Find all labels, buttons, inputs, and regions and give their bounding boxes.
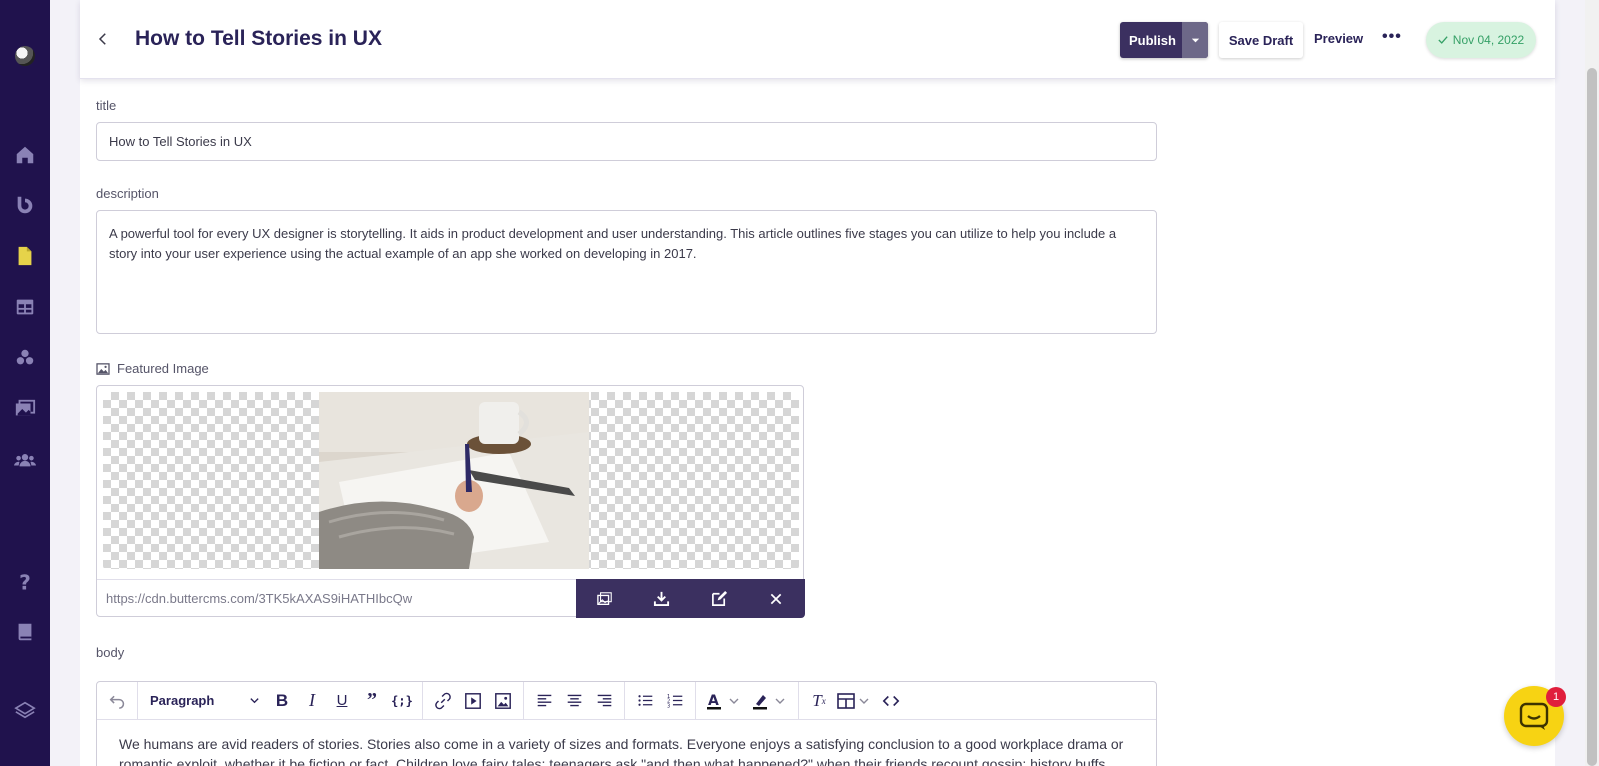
checkmark-icon — [1438, 36, 1448, 44]
featured-image-url[interactable]: https://cdn.buttercms.com/3TK5kAXAS9iHAT… — [106, 591, 412, 606]
undo-icon[interactable] — [103, 686, 131, 716]
bold-icon[interactable]: B — [268, 686, 296, 716]
more-options-button[interactable]: ••• — [1382, 28, 1402, 46]
page-title: How to Tell Stories in UX — [135, 27, 382, 50]
bullet-list-icon[interactable] — [631, 686, 659, 716]
components-icon[interactable] — [13, 346, 37, 370]
edit-icon[interactable] — [708, 588, 730, 610]
help-icon[interactable]: ? — [13, 570, 37, 594]
download-icon[interactable] — [651, 588, 673, 610]
status-date-badge: Nov 04, 2022 — [1426, 22, 1536, 58]
users-icon[interactable] — [13, 448, 37, 472]
body-label: body — [96, 645, 125, 660]
svg-text:3: 3 — [667, 703, 670, 709]
rich-text-editor: Paragraph B I U ” {;} 1 2 3 A T x We hum… — [96, 681, 1157, 766]
publish-label: Publish — [1129, 32, 1176, 48]
main-content: How to Tell Stories in UX Publish Save D… — [80, 0, 1555, 766]
paragraph-select[interactable]: Paragraph — [144, 686, 266, 716]
align-left-icon[interactable] — [530, 686, 558, 716]
writing-photo-illustration — [319, 392, 589, 569]
blockquote-icon[interactable]: ” — [358, 686, 386, 716]
title-input[interactable]: How to Tell Stories in UX — [96, 122, 1157, 161]
blog-icon[interactable] — [13, 193, 37, 217]
page-header: How to Tell Stories in UX Publish Save D… — [80, 0, 1555, 79]
featured-image-toolbar — [576, 579, 805, 618]
description-label: description — [96, 186, 159, 201]
source-code-icon[interactable] — [877, 686, 905, 716]
title-label: title — [96, 98, 117, 113]
code-block-icon[interactable]: {;} — [388, 686, 416, 716]
clear-formatting-icon[interactable]: Tx — [805, 686, 833, 716]
align-right-icon[interactable] — [590, 686, 618, 716]
editor-toolbar: Paragraph B I U ” {;} 1 2 3 A T x — [97, 681, 1156, 720]
preview-button[interactable]: Preview — [1314, 31, 1363, 46]
featured-image-preview[interactable] — [319, 392, 589, 569]
layers-icon[interactable] — [13, 698, 37, 722]
page-icon[interactable] — [13, 244, 37, 268]
status-date: Nov 04, 2022 — [1452, 33, 1525, 47]
underline-icon[interactable]: U — [328, 686, 356, 716]
chevron-left-icon — [98, 33, 106, 45]
toolbar-group-history — [97, 681, 138, 720]
highlight-color-icon[interactable] — [748, 686, 792, 716]
docs-book-icon[interactable] — [13, 620, 37, 644]
scrollbar-thumb[interactable] — [1587, 68, 1597, 766]
toolbar-group-lists: 123 — [625, 681, 696, 720]
italic-icon[interactable]: I — [298, 686, 326, 716]
collections-icon[interactable] — [13, 295, 37, 319]
featured-image-label: Featured Image — [117, 361, 209, 376]
toolbar-group-format: Paragraph B I U ” {;} — [138, 681, 423, 720]
image-icon — [96, 362, 110, 375]
toolbar-group-align — [524, 681, 625, 720]
chat-bubble-icon — [1519, 702, 1549, 730]
numbered-list-icon[interactable]: 123 — [661, 686, 689, 716]
editor-content[interactable]: We humans are avid readers of stories. S… — [119, 734, 1136, 766]
caret-down-icon — [1191, 38, 1199, 42]
media-icon[interactable] — [13, 397, 37, 421]
home-icon[interactable] — [13, 143, 37, 167]
publish-button[interactable]: Publish — [1120, 22, 1208, 58]
page-scrollbar[interactable] — [1585, 0, 1599, 766]
sidebar: ? — [0, 0, 50, 766]
toolbar-group-insert — [423, 681, 524, 720]
description-textarea[interactable]: A powerful tool for every UX designer is… — [96, 210, 1157, 334]
svg-text:?: ? — [19, 571, 31, 593]
media-library-icon[interactable] — [594, 588, 616, 610]
video-icon[interactable] — [459, 686, 487, 716]
publish-dropdown-toggle[interactable] — [1182, 22, 1208, 58]
insert-image-icon[interactable] — [489, 686, 517, 716]
save-draft-button[interactable]: Save Draft — [1219, 22, 1303, 58]
back-button[interactable] — [94, 28, 112, 50]
featured-image-url-bar: https://cdn.buttercms.com/3TK5kAXAS9iHAT… — [97, 579, 805, 618]
svg-text:A: A — [708, 693, 719, 709]
featured-image-heading: Featured Image — [96, 361, 209, 376]
link-icon[interactable] — [429, 686, 457, 716]
chat-notification-badge: 1 — [1546, 687, 1566, 707]
close-icon[interactable] — [765, 588, 787, 610]
toolbar-group-color: A — [696, 681, 799, 720]
toolbar-group-misc: Tx — [799, 682, 911, 720]
align-center-icon[interactable] — [560, 686, 588, 716]
paragraph-select-value: Paragraph — [150, 693, 215, 708]
chevron-down-icon — [250, 698, 259, 704]
table-icon[interactable] — [835, 686, 875, 716]
avatar[interactable] — [15, 46, 35, 66]
featured-image-box: https://cdn.buttercms.com/3TK5kAXAS9iHAT… — [96, 385, 805, 618]
text-color-icon[interactable]: A — [702, 686, 746, 716]
